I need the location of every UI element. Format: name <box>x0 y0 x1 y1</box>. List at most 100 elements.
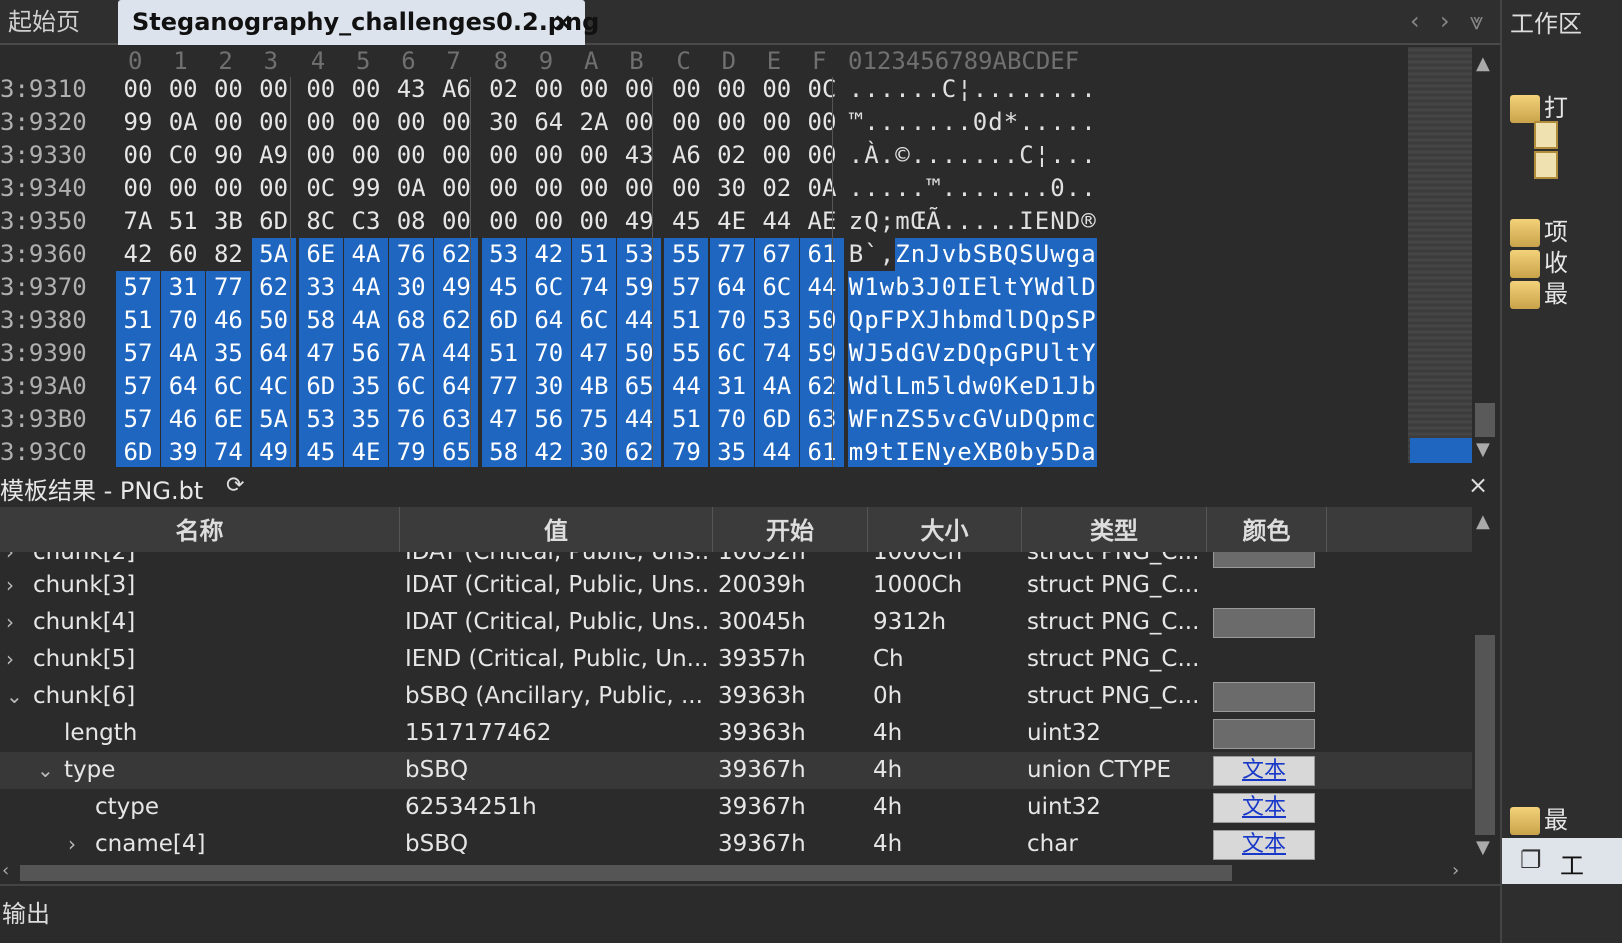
ascii-char[interactable]: . <box>1003 172 1019 205</box>
scroll-right-icon[interactable]: › <box>1452 860 1459 881</box>
close-icon[interactable]: × <box>1468 471 1488 499</box>
ascii-char[interactable]: l <box>879 370 895 403</box>
table-row[interactable]: › cname[4] bSBQ 39367h 4h char 文本 <box>0 826 1472 862</box>
hex-byte[interactable]: 0C <box>800 73 844 106</box>
ascii-char[interactable]: . <box>879 106 895 139</box>
hex-byte[interactable]: 60 <box>161 238 205 271</box>
ascii-char[interactable]: 5 <box>879 337 895 370</box>
chevron-left-icon[interactable]: ‹ <box>1410 0 1420 42</box>
ascii-char[interactable]: z <box>941 337 957 370</box>
ascii-char[interactable]: a <box>1080 436 1097 469</box>
ascii-char[interactable]: V <box>925 337 942 370</box>
ascii-char[interactable]: D <box>1018 304 1035 337</box>
hex-byte[interactable]: 99 <box>344 172 388 205</box>
ascii-char[interactable]: . <box>941 172 957 205</box>
ascii-char[interactable]: . <box>1065 139 1081 172</box>
ascii-char[interactable]: U <box>1034 238 1050 271</box>
hex-byte[interactable]: 79 <box>664 436 709 469</box>
workspace-item-favorites[interactable]: 收 <box>1510 243 1568 278</box>
hex-byte[interactable]: 00 <box>800 106 844 139</box>
hex-byte[interactable]: 55 <box>664 337 709 370</box>
table-scroll-thumb[interactable] <box>1475 635 1495 835</box>
ascii-char[interactable]: . <box>1081 139 1097 172</box>
table-row[interactable]: › chunk[5] IEND (Critical, Public, Un... 39… <box>0 641 1472 678</box>
hex-byte[interactable]: 4A <box>754 370 799 403</box>
hex-byte[interactable]: 74 <box>754 337 799 370</box>
hex-byte[interactable]: 6D <box>754 403 799 436</box>
hex-byte[interactable]: 68 <box>389 304 434 337</box>
hex-byte[interactable]: 00 <box>434 172 478 205</box>
hex-byte[interactable]: 6D <box>298 370 343 403</box>
ascii-char[interactable]: 0 <box>1050 172 1066 205</box>
hex-byte[interactable]: A9 <box>252 139 296 172</box>
hex-byte[interactable]: 47 <box>572 337 616 370</box>
ascii-char[interactable]: . <box>1081 73 1097 106</box>
ascii-char[interactable]: b <box>956 238 973 271</box>
hex-byte[interactable]: 35 <box>344 370 388 403</box>
hex-byte[interactable]: 44 <box>800 271 844 304</box>
hex-byte[interactable]: 00 <box>527 172 571 205</box>
ascii-char[interactable]: . <box>1034 106 1050 139</box>
output-label[interactable]: 输出 <box>2 894 50 929</box>
row-color-swatch[interactable]: 文本 <box>1213 793 1315 823</box>
ascii-char[interactable]: ® <box>1081 205 1097 238</box>
hex-byte[interactable]: 00 <box>206 106 250 139</box>
hex-byte[interactable]: 50 <box>251 304 296 337</box>
hex-byte[interactable]: 77 <box>709 238 754 271</box>
ascii-char[interactable]: . <box>910 106 926 139</box>
ascii-char[interactable]: . <box>910 73 926 106</box>
hex-byte[interactable]: 00 <box>389 139 433 172</box>
hex-byte[interactable]: 00 <box>206 172 250 205</box>
ascii-char[interactable]: X <box>972 436 988 469</box>
hex-byte[interactable]: 63 <box>434 403 479 436</box>
hex-byte[interactable]: 53 <box>617 238 662 271</box>
ascii-char[interactable]: W <box>1034 271 1050 304</box>
ascii-char[interactable]: Q <box>848 304 864 337</box>
ascii-char[interactable]: V <box>987 403 1004 436</box>
hex-byte[interactable]: 57 <box>116 337 160 370</box>
hex-byte[interactable]: 00 <box>389 106 433 139</box>
hex-byte[interactable]: 49 <box>617 205 661 238</box>
ascii-char[interactable]: I <box>956 271 973 304</box>
hex-byte[interactable]: 4C <box>251 370 296 403</box>
ascii-char[interactable]: I <box>1019 205 1035 238</box>
ascii-char[interactable]: . <box>1034 172 1050 205</box>
ascii-char[interactable]: ` <box>864 238 880 271</box>
ascii-char[interactable]: c <box>1080 403 1097 436</box>
ascii-char[interactable]: J <box>925 238 942 271</box>
hex-byte[interactable]: 70 <box>709 403 754 436</box>
hex-byte[interactable]: 00 <box>572 172 616 205</box>
ascii-char[interactable]: . <box>957 106 973 139</box>
hex-byte[interactable]: 5A <box>251 238 296 271</box>
hex-byte[interactable]: A6 <box>664 139 708 172</box>
scroll-left-icon[interactable]: ‹ <box>2 860 9 881</box>
hex-byte[interactable]: 00 <box>664 172 708 205</box>
ascii-char[interactable]: e <box>956 436 973 469</box>
ascii-char[interactable]: 5 <box>925 403 942 436</box>
hex-byte[interactable]: 4B <box>572 370 616 403</box>
hex-byte[interactable]: 77 <box>481 370 526 403</box>
table-row[interactable]: length 1517177462 39363h 4h uint32 <box>0 715 1472 752</box>
hex-byte[interactable]: 62 <box>617 436 662 469</box>
ascii-char[interactable]: t <box>1003 271 1019 304</box>
ascii-char[interactable]: . <box>848 73 864 106</box>
hex-byte[interactable]: 77 <box>206 271 251 304</box>
row-color-swatch[interactable]: 文本 <box>1213 756 1315 786</box>
ascii-char[interactable]: p <box>1049 304 1066 337</box>
ascii-char[interactable]: n <box>879 403 895 436</box>
hex-byte[interactable]: 00 <box>161 73 205 106</box>
hex-byte[interactable]: 62 <box>251 271 296 304</box>
ascii-char[interactable]: . <box>910 172 926 205</box>
ascii-char[interactable]: v <box>941 403 957 436</box>
workspace-file[interactable] <box>1510 120 1562 149</box>
ascii-char[interactable]: ‚ <box>879 238 895 271</box>
scroll-up-icon[interactable]: ▲ <box>1476 511 1490 532</box>
ascii-char[interactable]: g <box>1065 238 1081 271</box>
hex-byte[interactable]: 39 <box>161 436 206 469</box>
ascii-char[interactable]: 1 <box>1049 370 1066 403</box>
hex-scroll-thumb[interactable] <box>1475 403 1495 437</box>
hex-byte[interactable]: 00 <box>299 106 343 139</box>
ascii-char[interactable]: I <box>894 436 911 469</box>
ascii-char[interactable]: P <box>894 304 911 337</box>
hex-byte[interactable]: 00 <box>116 172 160 205</box>
